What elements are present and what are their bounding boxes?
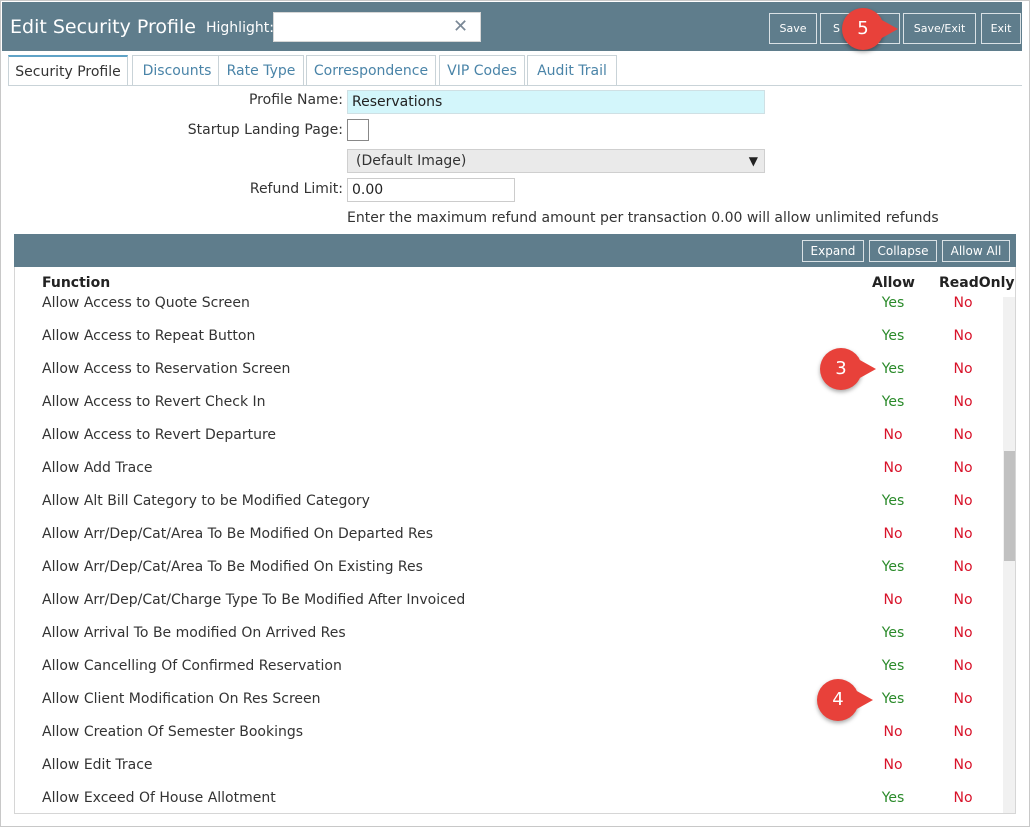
step-badge: 4 (817, 679, 873, 721)
tab-rate-type[interactable]: Rate Type (218, 55, 304, 85)
readonly-toggle[interactable]: No (943, 559, 983, 575)
column-readonly: ReadOnly (939, 275, 1015, 291)
function-name: Allow Arr/Dep/Cat/Area To Be Modified On… (42, 526, 434, 542)
table-row: Allow Access to Revert Departure No No (15, 426, 1000, 459)
table-row: Allow Add Trace No No (15, 459, 1000, 492)
page-title: Edit Security Profile (10, 16, 196, 38)
highlight-label: Highlight: (206, 20, 274, 36)
window: Edit Security Profile Highlight: ✕ Save … (0, 0, 1030, 827)
function-name: Allow Access to Revert Departure (42, 427, 277, 443)
image-select[interactable]: (Default Image) ▼ (347, 149, 765, 173)
allow-toggle[interactable]: Yes (873, 790, 913, 806)
readonly-toggle[interactable]: No (943, 394, 983, 410)
readonly-toggle[interactable]: No (943, 724, 983, 740)
readonly-toggle[interactable]: No (943, 790, 983, 806)
table-row: Allow Access to Quote Screen Yes No (15, 294, 1000, 327)
table-row: Allow Access to Revert Check In Yes No (15, 393, 1000, 426)
allow-toggle[interactable]: Yes (873, 691, 913, 707)
allow-toggle[interactable]: Yes (873, 295, 913, 311)
tab-correspondence[interactable]: Correspondence (306, 55, 436, 85)
function-name: Allow Exceed Of House Allotment (42, 790, 276, 806)
highlight-input[interactable] (273, 12, 481, 42)
table-row: Allow Arr/Dep/Cat/Area To Be Modified On… (15, 558, 1000, 591)
function-name: Allow Cancelling Of Confirmed Reservatio… (42, 658, 342, 674)
function-name: Allow Add Trace (42, 460, 153, 476)
column-allow: Allow (872, 275, 915, 291)
function-name: Allow Arrival To Be modified On Arrived … (42, 625, 346, 641)
column-function: Function (42, 275, 111, 291)
function-name: Allow Client Modification On Res Screen (42, 691, 321, 707)
allow-toggle[interactable]: Yes (873, 394, 913, 410)
refund-limit-input[interactable]: 0.00 (347, 178, 515, 202)
table-row: Allow Edit Trace No No (15, 756, 1000, 789)
allow-toggle[interactable]: Yes (873, 559, 913, 575)
exit-button[interactable]: Exit (981, 13, 1021, 44)
readonly-toggle[interactable]: No (943, 493, 983, 509)
grid-toolbar: Expand Collapse Allow All (14, 234, 1016, 267)
image-select-value: (Default Image) (356, 153, 467, 169)
allow-toggle[interactable]: No (873, 757, 913, 773)
function-name: Allow Alt Bill Category to be Modified C… (42, 493, 370, 509)
allow-toggle[interactable]: Yes (873, 658, 913, 674)
function-name: Allow Access to Revert Check In (42, 394, 266, 410)
save-exit-button[interactable]: Save/Exit (903, 13, 976, 44)
step-badge: 3 (820, 348, 876, 390)
readonly-toggle[interactable]: No (943, 427, 983, 443)
save-button[interactable]: Save (769, 13, 817, 44)
allow-toggle[interactable]: Yes (873, 361, 913, 377)
collapse-button[interactable]: Collapse (869, 240, 937, 262)
readonly-toggle[interactable]: No (943, 658, 983, 674)
allow-toggle[interactable]: Yes (873, 493, 913, 509)
readonly-toggle[interactable]: No (943, 526, 983, 542)
allow-toggle[interactable]: No (873, 724, 913, 740)
function-name: Allow Access to Reservation Screen (42, 361, 291, 377)
table-row: Allow Alt Bill Category to be Modified C… (15, 492, 1000, 525)
scrollbar-thumb[interactable] (1004, 451, 1015, 561)
allow-toggle[interactable]: No (873, 526, 913, 542)
profile-name-label: Profile Name: (248, 92, 343, 108)
function-name: Allow Edit Trace (42, 757, 153, 773)
readonly-toggle[interactable]: No (943, 460, 983, 476)
allow-toggle[interactable]: Yes (873, 328, 913, 344)
tab-discounts[interactable]: Discounts (132, 55, 222, 85)
readonly-toggle[interactable]: No (943, 328, 983, 344)
startup-landing-label: Startup Landing Page: (187, 122, 343, 138)
function-name: Allow Arr/Dep/Cat/Charge Type To Be Modi… (42, 592, 466, 608)
function-name: Allow Access to Repeat Button (42, 328, 256, 344)
allow-toggle[interactable]: Yes (873, 625, 913, 641)
readonly-toggle[interactable]: No (943, 295, 983, 311)
chevron-down-icon: ▼ (748, 154, 758, 168)
readonly-toggle[interactable]: No (943, 361, 983, 377)
table-row: Allow Creation Of Semester Bookings No No (15, 723, 1000, 756)
readonly-toggle[interactable]: No (943, 691, 983, 707)
profile-name-input[interactable]: Reservations (347, 90, 765, 114)
refund-hint: Enter the maximum refund amount per tran… (347, 210, 939, 226)
allow-toggle[interactable]: No (873, 460, 913, 476)
expand-button[interactable]: Expand (802, 240, 864, 262)
function-name: Allow Arr/Dep/Cat/Area To Be Modified On… (42, 559, 423, 575)
readonly-toggle[interactable]: No (943, 592, 983, 608)
allow-all-button[interactable]: Allow All (942, 240, 1010, 262)
table-row: Allow Arrival To Be modified On Arrived … (15, 624, 1000, 657)
tab-divider (8, 85, 1022, 86)
tab-audit-trail[interactable]: Audit Trail (527, 55, 617, 85)
allow-toggle[interactable]: No (873, 592, 913, 608)
function-name: Allow Creation Of Semester Bookings (42, 724, 304, 740)
grid-scrollbar[interactable] (1003, 297, 1015, 813)
function-name: Allow Access to Quote Screen (42, 295, 250, 311)
table-row: Allow Exceed Of House Allotment Yes No (15, 789, 1000, 813)
step-badge: 5 (842, 8, 898, 50)
table-row: Allow Arr/Dep/Cat/Area To Be Modified On… (15, 525, 1000, 558)
tab-security-profile[interactable]: Security Profile (8, 55, 128, 85)
readonly-toggle[interactable]: No (943, 757, 983, 773)
refund-limit-label: Refund Limit: (249, 181, 343, 197)
clear-icon[interactable]: ✕ (453, 16, 468, 37)
permissions-grid: Function Allow ReadOnly Allow Access to … (14, 267, 1016, 814)
readonly-toggle[interactable]: No (943, 625, 983, 641)
startup-landing-checkbox[interactable] (347, 119, 369, 141)
table-row: Allow Arr/Dep/Cat/Charge Type To Be Modi… (15, 591, 1000, 624)
allow-toggle[interactable]: No (873, 427, 913, 443)
tab-vip-codes[interactable]: VIP Codes (439, 55, 525, 85)
